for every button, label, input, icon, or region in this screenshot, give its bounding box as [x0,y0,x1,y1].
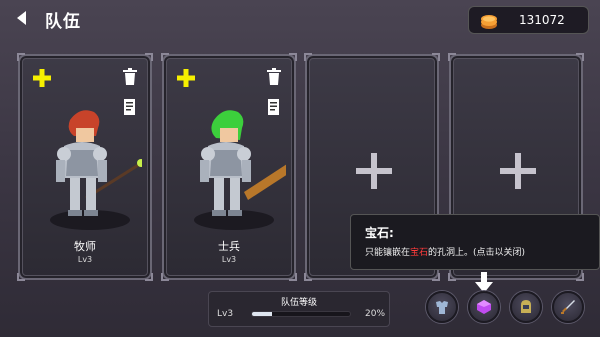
team-level-value: Lv3 [217,309,234,319]
tooltip-text-pre: 只能镶嵌在 [365,248,411,258]
chestplate-icon [436,301,448,314]
plus-icon[interactable] [354,151,394,191]
plus-icon[interactable] [498,151,538,191]
hero-card-1[interactable]: 牧师 Lv3 [17,53,153,281]
team-progress-percent: 20% [365,309,386,319]
tooltip-text-highlight: 宝石 [410,248,429,258]
hero-level: Lv3 [221,255,237,264]
hero-level: Lv3 [77,255,93,264]
team-progress-bar [251,311,351,317]
hero-card-2[interactable]: 士兵 Lv3 [161,53,297,281]
armor-button[interactable] [426,291,458,323]
soldier-hero-sprite [194,110,286,230]
team-level-panel: 队伍等级 Lv3 20% [208,291,390,327]
hero-name: 士兵 [218,240,240,253]
currency-display: 131072 [468,6,589,34]
currency-amount: 131072 [519,13,565,27]
helmet-button[interactable] [510,291,542,323]
gem-button[interactable] [468,291,500,323]
team-level-label: 队伍等级 [280,298,317,308]
gold-coin-icon [481,15,497,29]
trash-icon[interactable] [266,68,282,86]
add-icon[interactable] [32,68,52,88]
sword-button[interactable] [552,291,584,323]
priest-hero-sprite [50,110,142,230]
top-bar: 队伍 131072 [0,0,600,40]
tooltip-text-post: 的孔洞上。(点击以关闭) [428,248,526,258]
page-title: 队伍 [45,12,81,32]
gem-tooltip[interactable]: 宝石: 只能镶嵌在宝石的孔洞上。(点击以关闭) [350,214,600,270]
gem-icon [477,300,491,314]
sword-icon [561,300,575,314]
tooltip-body: 只能镶嵌在宝石的孔洞上。(点击以关闭) [365,245,525,258]
add-icon[interactable] [176,68,196,88]
helmet-icon [521,300,531,313]
hero-name: 牧师 [74,240,96,253]
tooltip-title: 宝石: [365,226,394,240]
back-arrow-icon[interactable] [14,10,30,26]
trash-icon[interactable] [122,68,138,86]
team-progress-fill [252,312,272,316]
